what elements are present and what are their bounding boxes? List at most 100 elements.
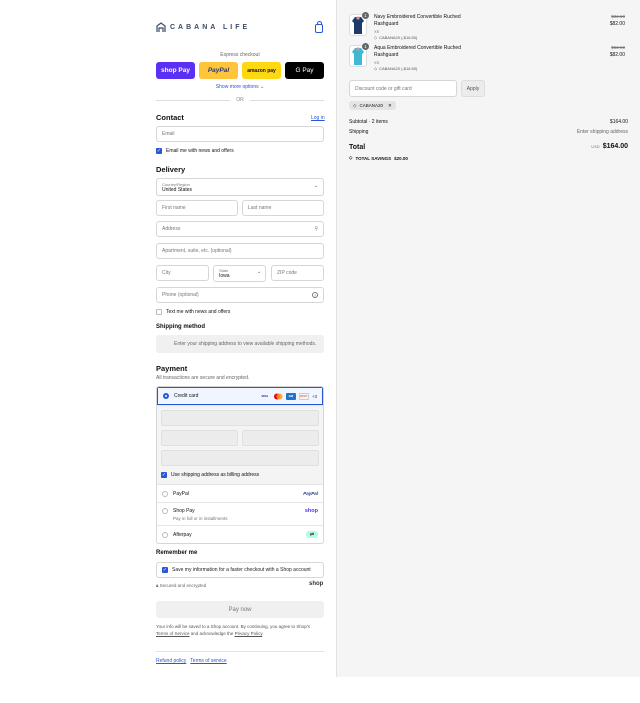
visa-icon: VISA <box>261 394 269 398</box>
email-news-checkbox-row[interactable]: ✓ Email me with news and offers <box>156 148 234 154</box>
discount-code-field[interactable]: Discount code or gift card <box>349 80 457 97</box>
item-discount-label: CABANA20 (-$16.50) <box>379 35 418 40</box>
name-on-card-field[interactable] <box>161 450 319 466</box>
apartment-placeholder: Apartment, suite, etc. (optional) <box>162 248 232 254</box>
country-select[interactable]: Country/Region United States <box>156 178 324 196</box>
delivery-heading: Delivery <box>156 165 186 174</box>
save-info-label: Save my information for a faster checkou… <box>172 567 311 573</box>
item-discount-label: CABANA20 (-$16.50) <box>379 66 418 71</box>
credit-card-option[interactable]: Credit card VISA AM DISC +3 <box>157 387 323 405</box>
legal-period: . <box>262 631 264 636</box>
first-name-placeholder: First name <box>162 205 186 211</box>
search-icon: ⚲ <box>314 226 318 232</box>
state-value: Iowa <box>219 273 230 279</box>
shipping-method-placeholder: Enter your shipping address to view avai… <box>156 335 324 353</box>
text-news-checkbox-row[interactable]: Text me with news and offers <box>156 309 230 315</box>
phone-placeholder: Phone (optional) <box>162 292 199 298</box>
refund-policy-link[interactable]: Refund policy <box>156 658 186 664</box>
legal-and: and acknowledge the <box>190 631 234 636</box>
card-details-form: ✓ Use shipping address as billing address <box>157 405 323 484</box>
chevron-down-icon: ⌄ <box>314 183 319 189</box>
brand-logo[interactable]: CABANA LIFE <box>156 22 250 33</box>
product-thumbnail: 1 <box>349 12 369 36</box>
item-price: $82.00 <box>609 52 625 58</box>
shop-terms-link[interactable]: Terms of Service <box>156 631 190 636</box>
checkbox[interactable] <box>156 309 162 315</box>
payment-methods: Credit card VISA AM DISC +3 ✓ Use shippin… <box>156 386 324 544</box>
shipping-method-heading: Shipping method <box>156 324 205 330</box>
checkout-form-panel: CABANA LIFE Express checkout shop Pay Pa… <box>0 0 337 677</box>
first-name-field[interactable]: First name <box>156 200 238 216</box>
paypal-button[interactable]: PayPal <box>199 62 238 79</box>
or-divider: OR <box>156 97 324 103</box>
city-field[interactable]: City <box>156 265 209 281</box>
shipping-value: Enter shipping address <box>576 129 628 135</box>
footer-divider <box>156 651 324 652</box>
original-price: $82.50 <box>611 14 625 19</box>
radio[interactable] <box>162 508 168 514</box>
contact-heading: Contact <box>156 113 184 122</box>
total-amount: USD $164.00 <box>591 143 628 150</box>
security-code-field[interactable] <box>242 430 319 446</box>
checkmark-icon[interactable]: ✓ <box>161 472 167 478</box>
expiration-date-field[interactable] <box>161 430 238 446</box>
address-field[interactable]: Address ⚲ <box>156 221 324 237</box>
google-pay-button[interactable]: G Pay <box>285 62 324 79</box>
lock-icon: 🔒︎ <box>156 583 159 588</box>
amazon-pay-button[interactable]: amazon pay <box>242 62 281 79</box>
privacy-policy-link[interactable]: Privacy Policy <box>235 631 263 636</box>
paypal-label: PayPal <box>173 490 189 497</box>
card-number-field[interactable] <box>161 410 319 426</box>
shop-pay-button[interactable]: shop Pay <box>156 62 195 79</box>
credit-card-label: Credit card <box>174 393 199 399</box>
item-discount: ◇ CABANA20 (-$16.50) <box>374 35 417 40</box>
radio[interactable] <box>162 490 168 497</box>
shop-logo: shop <box>309 581 324 587</box>
quantity-badge: 1 <box>362 12 369 19</box>
total-value: $164.00 <box>602 143 628 150</box>
login-link[interactable]: Log in <box>311 115 325 121</box>
email-field[interactable]: Email <box>156 126 324 142</box>
product-name-line: Aqua Embroidered Convertible Ruched <box>374 45 461 51</box>
close-icon[interactable]: ✕ <box>388 103 392 109</box>
radio[interactable] <box>162 531 168 538</box>
cart-bag-icon[interactable] <box>315 21 323 33</box>
checkmark-icon[interactable]: ✓ <box>162 567 168 573</box>
cabana-tent-icon <box>156 22 166 32</box>
apartment-field[interactable]: Apartment, suite, etc. (optional) <box>156 243 324 259</box>
shop-pay-option[interactable]: Shop Pay Pay in full or in installments … <box>157 502 323 525</box>
pay-now-button[interactable]: Pay now <box>156 601 324 618</box>
order-line-item: 1 Aqua Embroidered Convertible Ruched Ra… <box>349 43 625 71</box>
product-name: Navy Embroidered Convertible Ruched Rash… <box>374 14 461 28</box>
zip-field[interactable]: ZIP code <box>271 265 324 281</box>
billing-same-checkbox-row[interactable]: ✓ Use shipping address as billing address <box>161 472 319 478</box>
show-more-options-link[interactable]: Show more options ⌄ <box>156 84 324 90</box>
last-name-field[interactable]: Last name <box>242 200 324 216</box>
country-value: United States <box>162 186 193 193</box>
product-size: XS <box>374 60 380 65</box>
discount-tag-label: CABANA20 <box>359 103 383 108</box>
apply-button[interactable]: Apply <box>461 80 485 97</box>
radio-selected[interactable] <box>163 393 169 399</box>
help-icon[interactable]: ? <box>312 292 318 298</box>
terms-of-service-link[interactable]: Terms of service <box>190 658 226 664</box>
express-buttons: shop Pay PayPal amazon pay G Pay <box>156 62 324 79</box>
afterpay-label: Afterpay <box>173 531 192 538</box>
remember-me-heading: Remember me <box>156 550 198 556</box>
phone-field[interactable]: Phone (optional)? <box>156 287 324 303</box>
save-info-checkbox-row[interactable]: ✓ Save my information for a faster checko… <box>156 562 324 578</box>
tag-icon: ◇ <box>374 66 378 71</box>
product-thumbnail: 1 <box>349 43 369 67</box>
zip-placeholder: ZIP code <box>277 270 297 276</box>
tag-icon: ◇ <box>353 102 357 108</box>
mastercard-icon <box>273 393 283 400</box>
checkmark-icon[interactable]: ✓ <box>156 148 162 154</box>
subtotal-value: $164.00 <box>609 119 628 125</box>
savings-label: TOTAL SAVINGS <box>355 155 392 161</box>
payment-subtitle: All transactions are secure and encrypte… <box>156 375 250 381</box>
product-name: Aqua Embroidered Convertible Ruched Rash… <box>374 45 461 59</box>
express-checkout-title: Express checkout <box>220 52 260 58</box>
afterpay-option[interactable]: Afterpay ⇄ <box>157 525 323 543</box>
shop-pay-label: Shop Pay <box>173 508 195 514</box>
paypal-option[interactable]: PayPal PayPal <box>157 484 323 502</box>
